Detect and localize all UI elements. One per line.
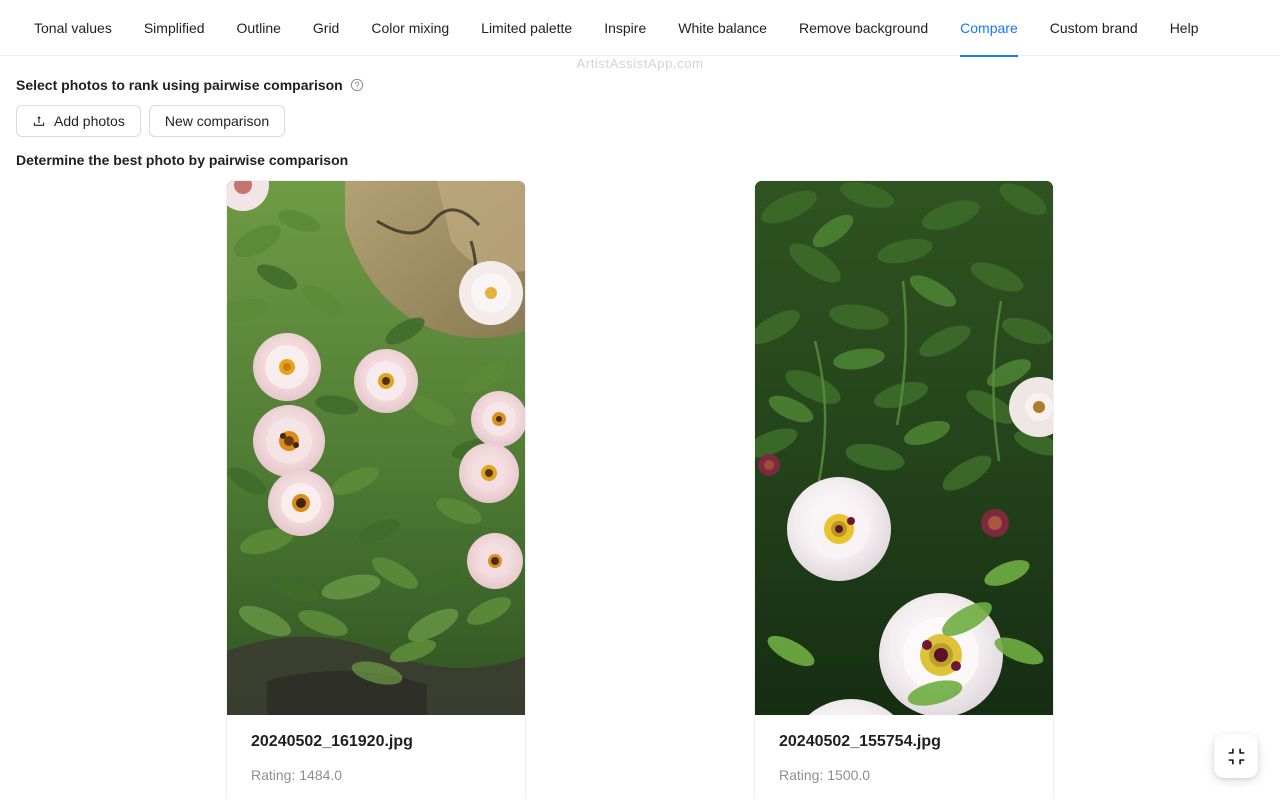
photo-thumbnail-right[interactable]: [755, 181, 1053, 715]
action-button-row: Add photos New comparison: [16, 105, 1264, 137]
compress-icon: [1227, 747, 1246, 766]
nav-item-compare[interactable]: Compare: [944, 0, 1034, 57]
question-circle-icon[interactable]: [350, 78, 364, 92]
nav-item-label: White balance: [678, 20, 767, 36]
nav-item-remove-background[interactable]: Remove background: [783, 0, 944, 56]
nav-item-label: Custom brand: [1049, 20, 1138, 36]
comparison-card-left[interactable]: 20240502_161920.jpg Rating: 1484.0: [226, 180, 526, 800]
nav-item-help[interactable]: Help: [1154, 0, 1215, 56]
comparison-instruction: Determine the best photo by pairwise com…: [16, 152, 349, 168]
nav-item-label: Remove background: [798, 20, 929, 36]
nav-item-simplified[interactable]: Simplified: [128, 0, 221, 56]
nav-item-label: Grid: [312, 20, 340, 36]
photo-rating: Rating: 1500.0: [779, 767, 871, 784]
nav-item-inspire[interactable]: Inspire: [588, 0, 662, 56]
nav-item-outline[interactable]: Outline: [221, 0, 297, 56]
add-photos-button[interactable]: Add photos: [16, 105, 141, 137]
photo-meta-left: 20240502_161920.jpg Rating: 1484.0: [227, 715, 525, 800]
page-title-label: Select photos to rank using pairwise com…: [16, 77, 343, 93]
nav-item-label: Limited palette: [481, 20, 573, 36]
nav-item-label: Color mixing: [371, 20, 450, 36]
new-comparison-button[interactable]: New comparison: [148, 105, 286, 137]
photo-rating: Rating: 1484.0: [251, 767, 343, 784]
photo-filename: 20240502_155754.jpg: [779, 733, 941, 750]
nav-item-label: Simplified: [143, 20, 205, 36]
nav-item-color-mixing[interactable]: Color mixing: [355, 0, 465, 56]
upload-icon: [32, 114, 46, 128]
compare-panel: Select photos to rank using pairwise com…: [0, 56, 1280, 800]
nav-item-label: Outline: [236, 20, 281, 36]
add-photos-label: Add photos: [54, 113, 125, 129]
nav-item-label: Inspire: [604, 20, 647, 36]
nav-item-white-balance[interactable]: White balance: [662, 0, 783, 56]
nav-item-custom-brand[interactable]: Custom brand: [1034, 0, 1154, 56]
photo-meta-right: 20240502_155754.jpg Rating: 1500.0: [755, 715, 1053, 800]
nav-item-label: Compare: [960, 20, 1018, 36]
photo-thumbnail-left[interactable]: [227, 181, 525, 715]
exit-fullscreen-button[interactable]: [1214, 734, 1258, 778]
nav-item-tonal-values[interactable]: Tonal values: [18, 0, 128, 56]
page-title: Select photos to rank using pairwise com…: [16, 56, 1264, 93]
nav-item-label: Tonal values: [34, 20, 112, 36]
nav-item-grid[interactable]: Grid: [297, 0, 355, 56]
photo-filename: 20240502_161920.jpg: [251, 733, 413, 750]
main-navigation: Tonal values Simplified Outline Grid Col…: [0, 0, 1280, 57]
comparison-card-right[interactable]: 20240502_155754.jpg Rating: 1500.0: [754, 180, 1054, 800]
new-comparison-label: New comparison: [164, 113, 270, 129]
nav-item-limited-palette[interactable]: Limited palette: [465, 0, 588, 56]
nav-item-label: Help: [1169, 20, 1199, 36]
comparison-card-list: 20240502_161920.jpg Rating: 1484.0 20240…: [16, 180, 1264, 800]
